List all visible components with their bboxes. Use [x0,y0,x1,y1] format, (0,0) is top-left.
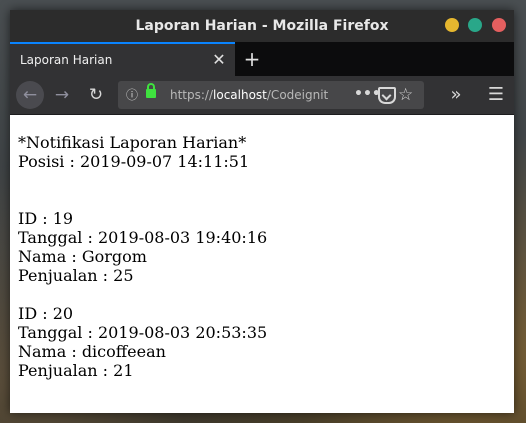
entry-date: Tanggal : 2019-08-03 19:40:16 [18,228,268,247]
url-host: localhost [213,88,267,102]
pocket-icon[interactable] [378,87,396,104]
maximize-button[interactable] [468,18,482,32]
entry-sales: Penjualan : 25 [18,266,134,285]
info-icon[interactable]: ⓘ [124,81,140,109]
tab-laporan-harian[interactable]: Laporan Harian ✕ [10,42,235,76]
minimize-button[interactable] [445,18,459,32]
page-content: *Notifikasi Laporan Harian* Posisi : 201… [10,115,514,413]
reload-icon[interactable]: ↻ [84,83,108,107]
window-title: Laporan Harian - Mozilla Firefox [135,18,389,34]
entry-id: ID : 20 [18,304,74,323]
bookmark-star-icon[interactable]: ☆ [398,81,413,109]
url-scheme: https:// [170,88,214,102]
tab-label: Laporan Harian [20,53,113,67]
entry-name: Nama : Gorgom [18,247,147,266]
entry-sales: Penjualan : 21 [18,361,134,380]
url-text[interactable]: https://localhost/Codeignit [170,81,350,109]
new-tab-button[interactable]: + [240,42,264,76]
forward-arrow-icon[interactable]: → [50,83,74,107]
close-tab-icon[interactable]: ✕ [209,44,229,76]
report-heading: *Notifikasi Laporan Harian* [18,133,247,152]
url-path: /Codeignit [266,88,329,102]
entry-date: Tanggal : 2019-08-03 20:53:35 [18,323,268,342]
hamburger-menu-icon[interactable]: ☰ [484,83,508,107]
entry-name: Nama : dicoffeean [18,342,166,361]
back-arrow-icon[interactable]: ← [16,81,44,109]
page-actions-icon[interactable]: ••• [354,81,381,107]
entry-id: ID : 19 [18,209,74,228]
url-bar[interactable]: ⓘ https://localhost/Codeignit ••• ☆ [118,81,424,109]
close-window-button[interactable] [492,18,506,32]
report-position: Posisi : 2019-09-07 14:11:51 [18,152,250,171]
tab-bar: Laporan Harian ✕ + [10,42,514,76]
overflow-menu-icon[interactable]: » [444,83,468,107]
browser-window: Laporan Harian - Mozilla Firefox Laporan… [10,10,514,413]
lock-icon[interactable] [146,83,156,98]
navigation-toolbar: ← → ↻ ⓘ https://localhost/Codeignit ••• … [10,76,514,115]
window-titlebar[interactable]: Laporan Harian - Mozilla Firefox [10,10,514,42]
